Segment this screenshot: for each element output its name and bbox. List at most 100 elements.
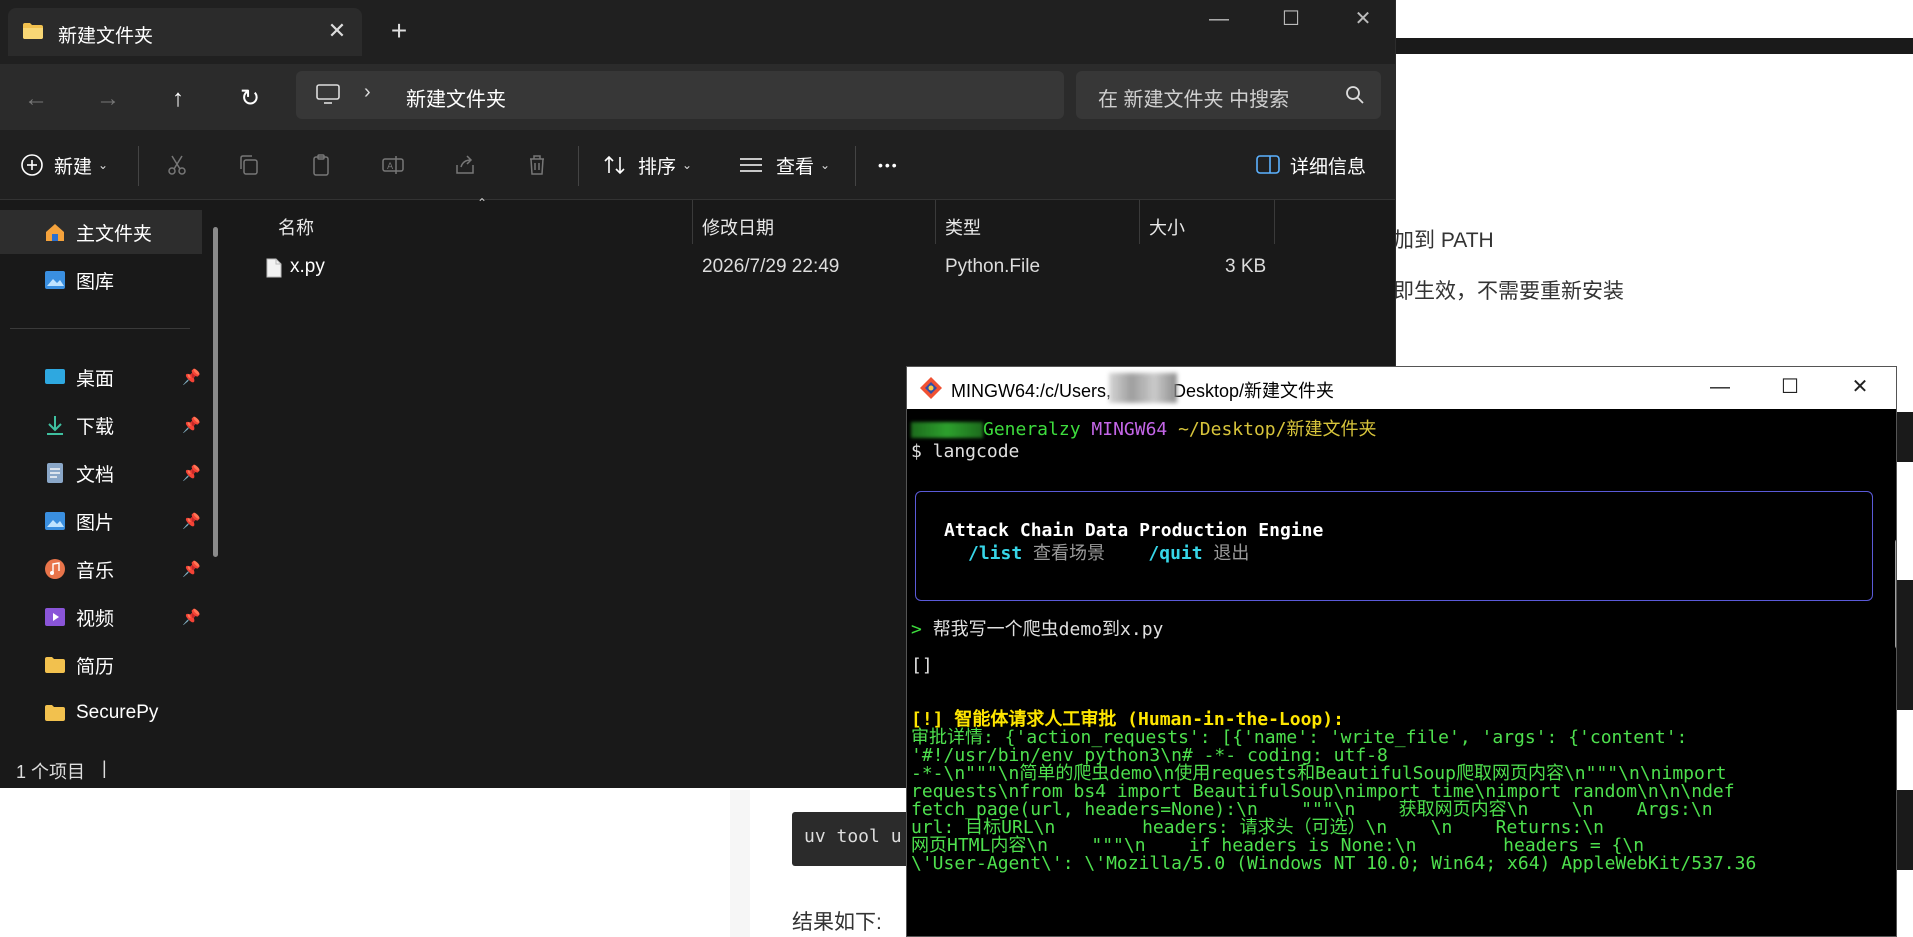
sidebar-item-home[interactable]: 主文件夹 xyxy=(0,210,202,254)
delete-button[interactable] xyxy=(525,130,549,200)
pin-icon[interactable]: 📌 xyxy=(182,560,201,578)
copy-icon xyxy=(240,155,258,175)
sort-button[interactable]: 排序 ⌄ xyxy=(602,130,692,200)
search-input[interactable]: 在 新建文件夹 中搜索 xyxy=(1076,71,1381,119)
folder-icon xyxy=(45,705,65,721)
terminal-titlebar: MINGW64:/c/Users, Desktop/新建文件夹 — ☐ ✕ xyxy=(907,367,1896,409)
sidebar-item-securepy-folder[interactable]: SecurePy xyxy=(0,691,190,735)
pin-icon[interactable]: 📌 xyxy=(182,464,201,482)
rename-button[interactable]: A xyxy=(381,130,405,200)
folder-icon xyxy=(45,657,65,673)
more-options-button[interactable]: ••• xyxy=(878,130,899,200)
user-input: 帮我写一个爬虫demo到x.py xyxy=(932,619,1164,640)
background-strip xyxy=(730,790,750,937)
column-header-modified[interactable]: 修改日期 xyxy=(702,208,774,248)
quit-command: /quit xyxy=(1148,543,1203,564)
close-window-button[interactable]: ✕ xyxy=(1825,367,1895,409)
sidebar-item-documents[interactable]: 文档 📌 xyxy=(0,451,201,495)
file-size: 3 KB xyxy=(1225,256,1267,277)
view-button[interactable]: 查看 ⌄ xyxy=(738,130,830,200)
maximize-button[interactable]: ☐ xyxy=(1755,367,1825,409)
pin-icon[interactable]: 📌 xyxy=(182,416,201,434)
terminal-title-suffix: Desktop/新建文件夹 xyxy=(1173,381,1335,401)
search-placeholder: 在 新建文件夹 中搜索 xyxy=(1098,89,1290,111)
sidebar-scrollbar[interactable] xyxy=(213,227,218,557)
file-icon xyxy=(266,258,282,278)
sidebar-item-label: 图库 xyxy=(76,271,115,293)
chevron-right-icon[interactable]: › xyxy=(364,81,371,104)
sidebar-item-pictures[interactable]: 图片 📌 xyxy=(0,499,201,543)
view-label: 查看 xyxy=(776,156,815,178)
sidebar-item-music[interactable]: 音乐 📌 xyxy=(0,547,201,591)
documents-icon xyxy=(47,463,63,483)
pictures-icon xyxy=(45,512,65,530)
svg-text:A: A xyxy=(387,162,394,172)
background-right-bar xyxy=(1895,790,1913,870)
sidebar-item-gallery[interactable]: 图库 xyxy=(0,258,190,302)
background-right-bar xyxy=(1895,580,1913,710)
new-button-label: 新建 xyxy=(54,156,93,178)
close-icon[interactable]: ✕ xyxy=(322,16,352,46)
terminal-window: MINGW64:/c/Users, Desktop/新建文件夹 — ☐ ✕ Gen… xyxy=(906,366,1897,937)
sidebar-item-label: 桌面 xyxy=(76,368,115,390)
cut-button[interactable] xyxy=(165,130,189,200)
sidebar-item-resume-folder[interactable]: 简历 xyxy=(0,643,190,687)
explorer-tab[interactable]: 新建文件夹 ✕ xyxy=(8,8,362,56)
command-line: $ langcode xyxy=(911,441,1020,462)
paste-icon xyxy=(313,154,329,176)
share-button[interactable] xyxy=(453,130,477,200)
approval-detail-line: \'User-Agent\': \'Mozilla/5.0 (Windows N… xyxy=(911,853,1757,874)
list-command-desc: 查看场景 xyxy=(1033,543,1106,564)
user-input-line: > 帮我写一个爬虫demo到x.py xyxy=(911,619,1163,641)
forward-button[interactable]: → xyxy=(88,79,128,119)
maximize-button[interactable]: ☐ xyxy=(1255,0,1327,40)
pin-icon[interactable]: 📌 xyxy=(182,512,201,530)
up-button[interactable]: ↑ xyxy=(158,79,198,119)
close-window-button[interactable]: ✕ xyxy=(1327,0,1399,40)
app-banner: Attack Chain Data Production Engine /lis… xyxy=(915,491,1873,601)
input-marker: > xyxy=(911,619,922,640)
download-icon xyxy=(47,416,63,435)
search-icon[interactable] xyxy=(1344,84,1366,106)
copy-button[interactable] xyxy=(237,130,261,200)
sidebar-item-desktop[interactable]: 桌面 📌 xyxy=(0,355,201,399)
background-result-label: 结果如下: xyxy=(792,911,882,934)
column-divider[interactable] xyxy=(692,200,693,244)
column-header-type[interactable]: 类型 xyxy=(945,208,981,248)
background-code-text: uv tool u xyxy=(804,826,902,847)
sidebar-item-downloads[interactable]: 下载 📌 xyxy=(0,403,201,447)
sidebar-item-label: 图片 xyxy=(76,512,115,534)
sidebar-item-label: SecurePy xyxy=(76,702,159,723)
address-bar[interactable]: › 新建文件夹 xyxy=(296,71,1064,119)
paste-button[interactable] xyxy=(309,130,333,200)
new-button[interactable]: 新建 ⌄ xyxy=(20,130,108,200)
new-tab-button[interactable]: + xyxy=(383,16,415,48)
chevron-down-icon: ⌄ xyxy=(682,158,693,172)
details-pane-button[interactable]: 详细信息 xyxy=(1256,130,1366,200)
minimize-button[interactable]: — xyxy=(1685,367,1755,409)
pin-icon[interactable]: 📌 xyxy=(182,368,201,386)
terminal-title-prefix: MINGW64:/c/Users, xyxy=(951,381,1112,401)
sidebar-item-label: 主文件夹 xyxy=(76,223,153,245)
column-divider[interactable] xyxy=(935,200,936,244)
column-divider[interactable] xyxy=(1139,200,1140,244)
back-button[interactable]: ← xyxy=(16,79,56,119)
sort-label: 排序 xyxy=(638,156,677,178)
share-icon xyxy=(456,155,474,174)
gallery-icon xyxy=(45,271,65,289)
plus-circle-icon xyxy=(21,154,43,176)
column-divider[interactable] xyxy=(1274,200,1275,244)
column-header-size[interactable]: 大小 xyxy=(1149,208,1185,248)
minimize-button[interactable]: — xyxy=(1183,0,1255,40)
pin-icon[interactable]: 📌 xyxy=(182,608,201,626)
sidebar-item-videos[interactable]: 视频 📌 xyxy=(0,595,201,639)
details-pane-icon xyxy=(1256,155,1280,174)
view-list-icon xyxy=(740,158,762,172)
column-header-name[interactable]: 名称 xyxy=(278,208,314,248)
breadcrumb[interactable]: 新建文件夹 xyxy=(406,83,506,112)
refresh-button[interactable]: ↻ xyxy=(230,79,270,119)
file-name[interactable]: x.py xyxy=(290,252,325,282)
item-count: 1 个项目 xyxy=(16,762,86,782)
terminal-scrollbar[interactable] xyxy=(1895,539,1896,649)
terminal-output[interactable]: Generalzy MINGW64 ~/Desktop/新建文件夹 $ lang… xyxy=(907,409,1891,936)
